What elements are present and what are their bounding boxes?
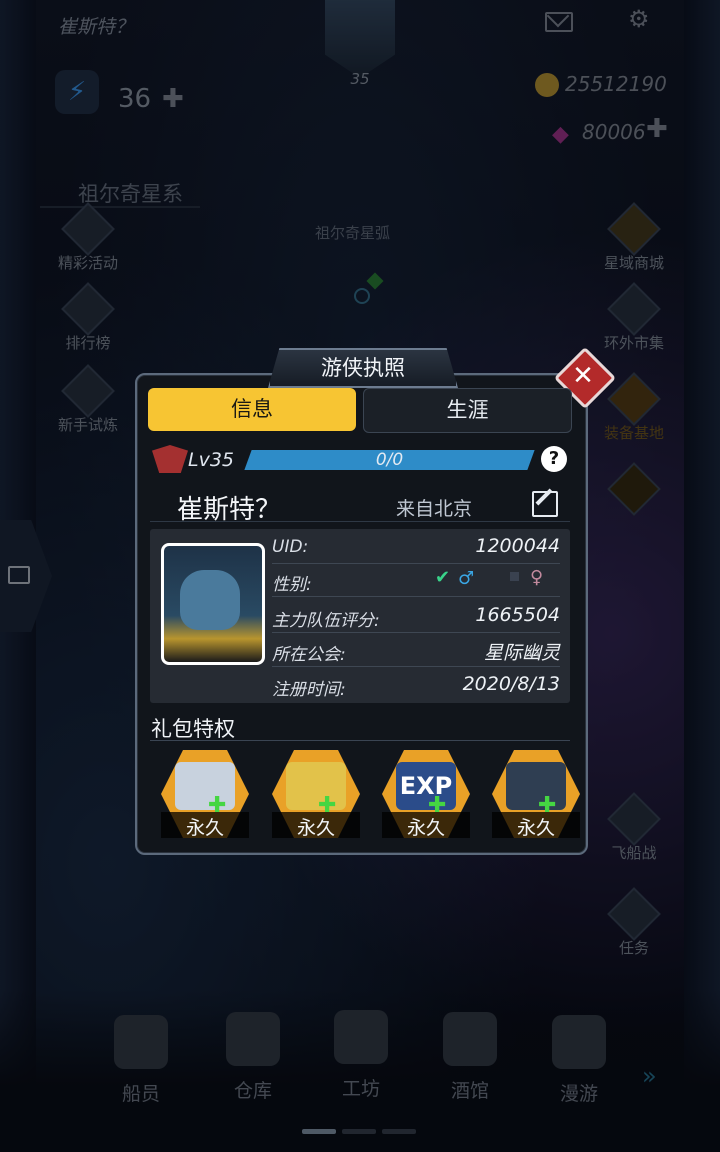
name-divider (150, 521, 570, 522)
register-date-label: 注册时间: (272, 680, 346, 700)
row-team-score: 主力队伍评分: 1665504 (272, 602, 560, 633)
ap-bullet-icon (286, 762, 346, 810)
uid-value: 1200044 (475, 535, 560, 557)
perk-ap-bullet-label: 永久 (296, 817, 335, 839)
team-score-value: 1665504 (475, 604, 560, 626)
perk-armor-label: 永久 (185, 817, 224, 839)
edit-icon[interactable] (532, 491, 558, 517)
row-gender: 性别: (272, 566, 560, 597)
team-score-label: 主力队伍评分: (272, 611, 380, 631)
tab-info[interactable]: 信息 (148, 388, 356, 431)
guild-value: 星际幽灵 (483, 642, 560, 664)
unchecked-box-icon[interactable] (510, 572, 519, 581)
robot-part-icon (506, 762, 566, 810)
help-button[interactable]: ? (541, 446, 567, 472)
female-symbol-icon[interactable]: ♀ (530, 567, 543, 588)
guild-label: 所在公会: (272, 645, 346, 665)
register-date-value: 2020/8/13 (462, 673, 560, 695)
male-symbol-icon[interactable]: ♂ (458, 568, 474, 589)
xp-text: 0/0 (375, 450, 404, 470)
row-uid: UID: 1200044 (272, 533, 560, 564)
player-location: 来自北京 (396, 498, 473, 520)
perk-exp-card-label: 永久 (406, 817, 445, 839)
player-level: Lv35 (188, 449, 235, 471)
gender-label: 性别: (272, 575, 312, 595)
uid-label: UID: (272, 537, 309, 557)
exp-card-icon: EXP (396, 762, 456, 810)
perk-divider (150, 740, 570, 741)
orc-portrait-face (180, 570, 240, 630)
check-icon[interactable]: ✔ (435, 567, 450, 588)
row-register-date: 注册时间: 2020/8/13 (272, 671, 560, 701)
dialog-title: 游侠执照 (268, 348, 458, 388)
perk-section-title: 礼包特权 (151, 717, 235, 741)
tab-career[interactable]: 生涯 (363, 388, 572, 433)
perk-robot-part-label: 永久 (516, 817, 555, 839)
row-guild: 所在公会: 星际幽灵 (272, 636, 560, 667)
